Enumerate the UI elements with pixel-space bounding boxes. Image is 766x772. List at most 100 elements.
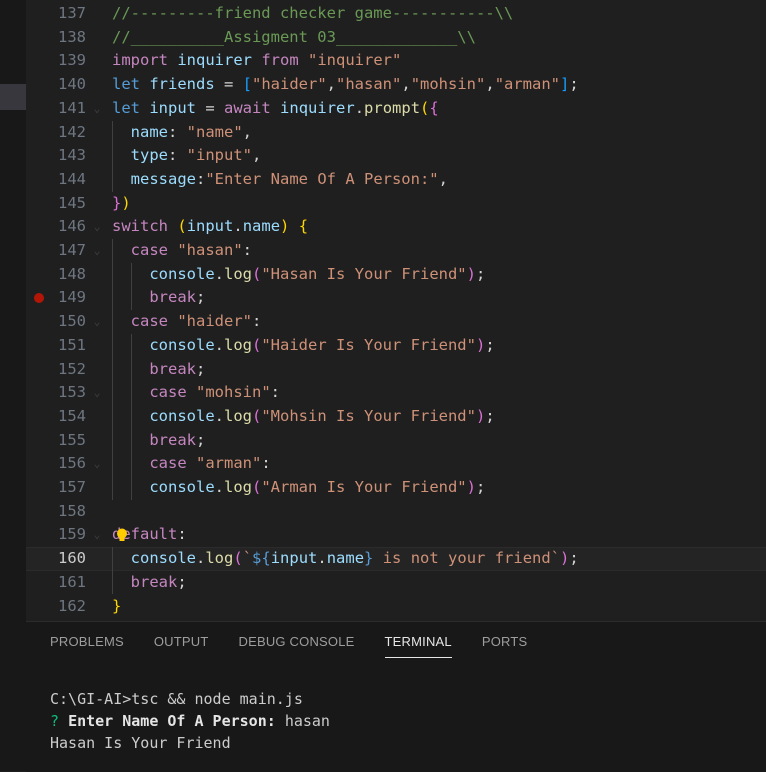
line-number[interactable]: 153 bbox=[26, 381, 86, 405]
line-number[interactable]: 145 bbox=[26, 192, 86, 216]
code-line[interactable]: 142 name: "name", bbox=[26, 121, 766, 145]
fold-chevron-icon[interactable]: ⌄ bbox=[90, 215, 104, 239]
code-text: //__________Assigment 03_____________\\ bbox=[112, 27, 476, 46]
code-text: console.log("Haider Is Your Friend"); bbox=[149, 335, 495, 354]
code-editor[interactable]: 137 //---------friend checker game-------… bbox=[26, 0, 766, 621]
line-number[interactable]: 143 bbox=[26, 144, 86, 168]
code-line[interactable]: 154 console.log("Mohsin Is Your Friend")… bbox=[26, 405, 766, 429]
prompt-mark: ? bbox=[50, 712, 60, 730]
line-number[interactable]: 156 bbox=[26, 452, 86, 476]
line-number[interactable]: 148 bbox=[26, 263, 86, 287]
code-text: import inquirer from "inquirer" bbox=[112, 51, 402, 70]
code-line[interactable]: 141 ⌄ let input = await inquirer.prompt({ bbox=[26, 97, 766, 121]
code-line[interactable]: 160 console.log(`${input.name} is not yo… bbox=[26, 547, 766, 571]
code-text: let input = await inquirer.prompt({ bbox=[112, 98, 439, 117]
code-line[interactable]: 159 ⌄ default: bbox=[26, 523, 766, 547]
tab-terminal[interactable]: TERMINAL bbox=[384, 634, 452, 658]
code-line[interactable]: 146 ⌄ switch (input.name) { bbox=[26, 215, 766, 239]
line-number[interactable]: 157 bbox=[26, 476, 86, 500]
code-text: switch (input.name) { bbox=[112, 217, 309, 236]
code-line[interactable]: 138 //__________Assigment 03_____________… bbox=[26, 26, 766, 50]
line-number[interactable]: 151 bbox=[26, 334, 86, 358]
code-line[interactable]: 147 ⌄ case "hasan": bbox=[26, 239, 766, 263]
code-line[interactable]: 140 let friends = ["haider","hasan","mohs… bbox=[26, 73, 766, 97]
code-text: break; bbox=[149, 359, 206, 378]
code-line[interactable]: 148 console.log("Hasan Is Your Friend"); bbox=[26, 263, 766, 287]
line-number[interactable]: 140 bbox=[26, 73, 86, 97]
line-number[interactable]: 141 bbox=[26, 97, 86, 121]
activity-bar-active-item[interactable] bbox=[0, 84, 26, 110]
indent-guide bbox=[112, 239, 113, 500]
terminal-result: Hasan Is Your Friend bbox=[50, 734, 231, 752]
fold-chevron-icon[interactable]: ⌄ bbox=[90, 97, 104, 121]
fold-chevron-icon[interactable]: ⌄ bbox=[90, 239, 104, 263]
line-number[interactable]: 162 bbox=[26, 595, 86, 619]
tab-problems[interactable]: PROBLEMS bbox=[50, 634, 124, 658]
line-number[interactable]: 158 bbox=[26, 500, 86, 524]
fold-chevron-icon[interactable]: ⌄ bbox=[90, 523, 104, 547]
activity-bar bbox=[0, 0, 26, 771]
code-line[interactable]: 157 console.log("Arman Is Your Friend"); bbox=[26, 476, 766, 500]
fold-chevron-icon[interactable]: ⌄ bbox=[90, 381, 104, 405]
code-line[interactable]: 143 type: "input", bbox=[26, 144, 766, 168]
line-number[interactable]: 159 bbox=[26, 523, 86, 547]
code-text: message:"Enter Name Of A Person:", bbox=[130, 169, 448, 188]
line-number[interactable]: 137 bbox=[26, 2, 86, 26]
lightbulb-icon[interactable] bbox=[116, 527, 128, 542]
code-text: case "haider": bbox=[130, 312, 262, 331]
code-text: case "mohsin": bbox=[149, 383, 280, 402]
code-line[interactable]: 161 break; bbox=[26, 571, 766, 595]
prompt-answer: hasan bbox=[284, 712, 330, 730]
line-number[interactable]: 138 bbox=[26, 26, 86, 50]
line-number[interactable]: 147 bbox=[26, 239, 86, 263]
code-line[interactable]: 151 console.log("Haider Is Your Friend")… bbox=[26, 334, 766, 358]
line-number[interactable]: 146 bbox=[26, 215, 86, 239]
line-number[interactable]: 161 bbox=[26, 571, 86, 595]
code-text: console.log("Hasan Is Your Friend"); bbox=[149, 264, 486, 283]
code-line[interactable]: 152 break; bbox=[26, 358, 766, 382]
code-line[interactable]: 155 break; bbox=[26, 429, 766, 453]
tab-ports[interactable]: PORTS bbox=[482, 634, 528, 658]
code-line[interactable]: 149 break; bbox=[26, 286, 766, 310]
code-text: case "arman": bbox=[149, 454, 271, 473]
code-text: //---------friend checker game----------… bbox=[112, 4, 514, 22]
code-text: }) bbox=[112, 193, 131, 212]
indent-guide bbox=[130, 262, 132, 311]
code-text: console.log("Mohsin Is Your Friend"); bbox=[149, 406, 495, 425]
code-text: break; bbox=[130, 572, 187, 591]
code-line[interactable]: 139 import inquirer from "inquirer" bbox=[26, 49, 766, 73]
code-text: case "hasan": bbox=[130, 241, 253, 259]
code-text: break; bbox=[149, 430, 206, 449]
line-number[interactable]: 139 bbox=[26, 49, 86, 73]
code-text: console.log("Arman Is Your Friend"); bbox=[149, 478, 486, 496]
code-text: break; bbox=[149, 288, 206, 307]
line-number[interactable]: 160 bbox=[26, 547, 86, 571]
panel-tabs: PROBLEMS OUTPUT DEBUG CONSOLE TERMINAL P… bbox=[50, 634, 557, 658]
line-number[interactable]: 155 bbox=[26, 429, 86, 453]
code-text: name: "name", bbox=[130, 122, 253, 141]
prompt-label: Enter Name Of A Person: bbox=[68, 712, 276, 730]
line-number[interactable]: 152 bbox=[26, 358, 86, 382]
code-line[interactable]: 137 //---------friend checker game-------… bbox=[26, 2, 766, 26]
bottom-panel: PROBLEMS OUTPUT DEBUG CONSOLE TERMINAL P… bbox=[26, 621, 766, 772]
code-line[interactable]: 153 ⌄ case "mohsin": bbox=[26, 381, 766, 405]
tab-debug-console[interactable]: DEBUG CONSOLE bbox=[239, 634, 355, 658]
line-number[interactable]: 154 bbox=[26, 405, 86, 429]
code-line[interactable]: 162} bbox=[26, 595, 766, 619]
line-number[interactable]: 150 bbox=[26, 310, 86, 334]
code-line[interactable]: 145}) bbox=[26, 192, 766, 216]
code-line[interactable]: 144 message:"Enter Name Of A Person:", bbox=[26, 168, 766, 192]
code-line[interactable]: 156 ⌄ case "arman": bbox=[26, 452, 766, 476]
terminal-output[interactable]: C:\GI-AI>tsc && node main.js ? Enter Nam… bbox=[50, 688, 330, 754]
code-line[interactable]: 150 ⌄ case "haider": bbox=[26, 310, 766, 334]
code-text: console.log(`${input.name} is not your f… bbox=[130, 549, 579, 568]
line-number[interactable]: 144 bbox=[26, 168, 86, 192]
fold-chevron-icon[interactable]: ⌄ bbox=[90, 310, 104, 334]
code-text: type: "input", bbox=[130, 146, 262, 165]
line-number[interactable]: 142 bbox=[26, 121, 86, 145]
code-text: } bbox=[112, 596, 122, 615]
code-line[interactable]: 158 bbox=[26, 500, 766, 524]
tab-output[interactable]: OUTPUT bbox=[154, 634, 209, 658]
indent-guide bbox=[130, 333, 132, 500]
fold-chevron-icon[interactable]: ⌄ bbox=[90, 452, 104, 476]
